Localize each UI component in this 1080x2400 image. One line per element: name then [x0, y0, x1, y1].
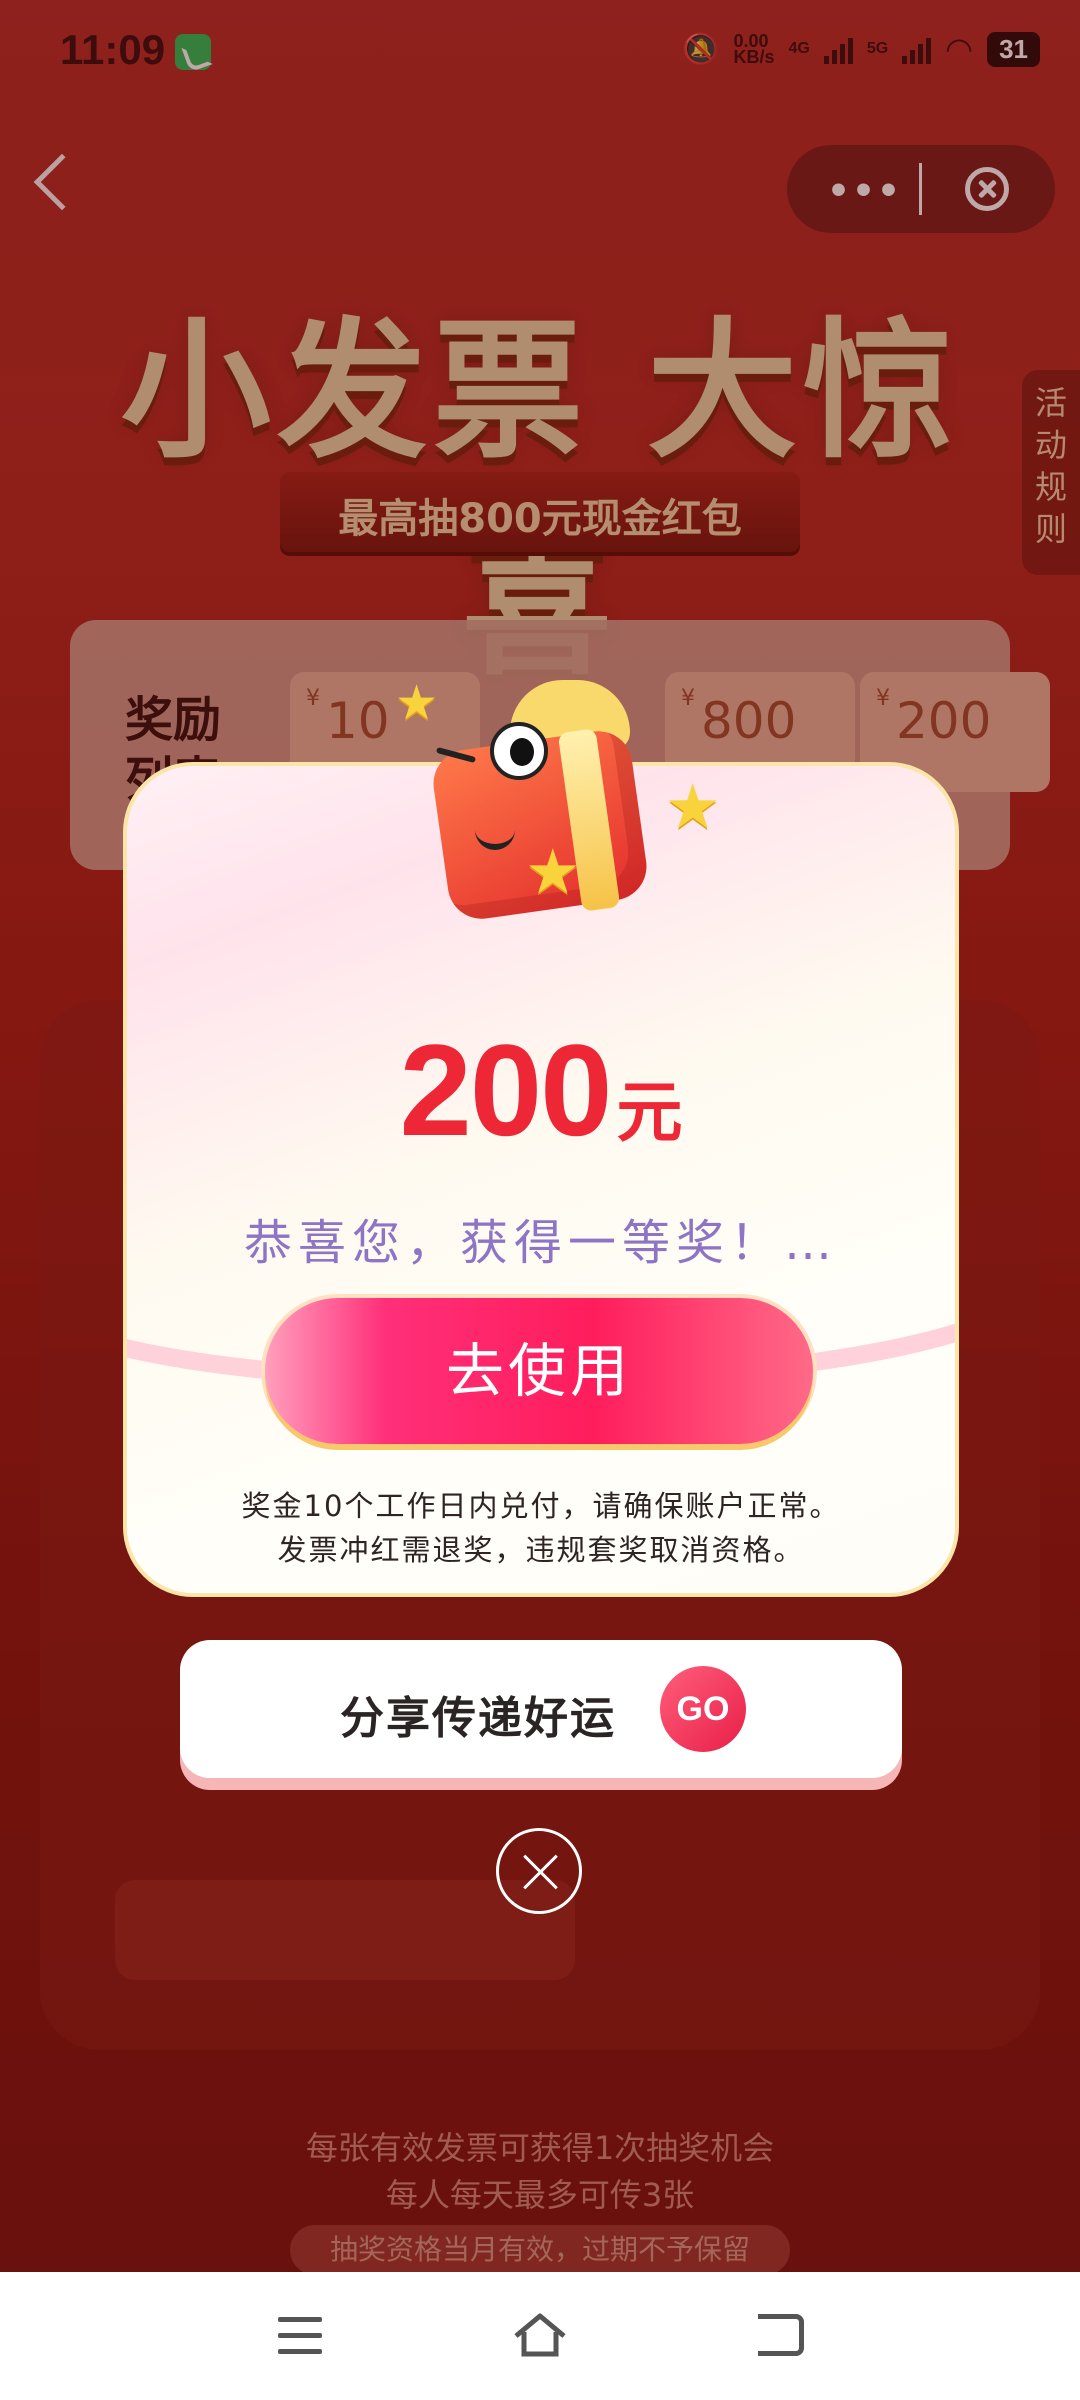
share-button[interactable]: 分享传递好运 GO	[180, 1640, 902, 1778]
share-label: 分享传递好运	[340, 1693, 616, 1744]
star-icon: ★	[665, 770, 721, 843]
use-prize-button[interactable]: 去使用	[265, 1298, 813, 1444]
prize-unit: 元	[616, 1075, 683, 1149]
close-modal-icon[interactable]	[496, 1828, 582, 1914]
prize-display: 200元	[123, 1015, 959, 1165]
home-icon[interactable]	[512, 2310, 568, 2358]
prize-amount: 200	[399, 1017, 613, 1163]
rule-text: 奖金10个工作日内兑付，请确保账户正常。	[241, 1489, 841, 1523]
gift-eye-wink	[430, 730, 488, 788]
star-icon: ★	[525, 835, 581, 908]
rule-text: 发票冲红需退奖，违规套奖取消资格。	[277, 1533, 805, 1567]
system-nav-bar	[0, 2272, 1080, 2400]
go-badge: GO	[660, 1666, 746, 1752]
recent-apps-icon[interactable]	[278, 2317, 322, 2355]
gift-eye	[490, 722, 548, 780]
star-icon: ★	[395, 675, 439, 731]
system-back-icon[interactable]	[758, 2314, 804, 2356]
congrats-text: 恭喜您，获得一等奖！…	[243, 1215, 838, 1271]
